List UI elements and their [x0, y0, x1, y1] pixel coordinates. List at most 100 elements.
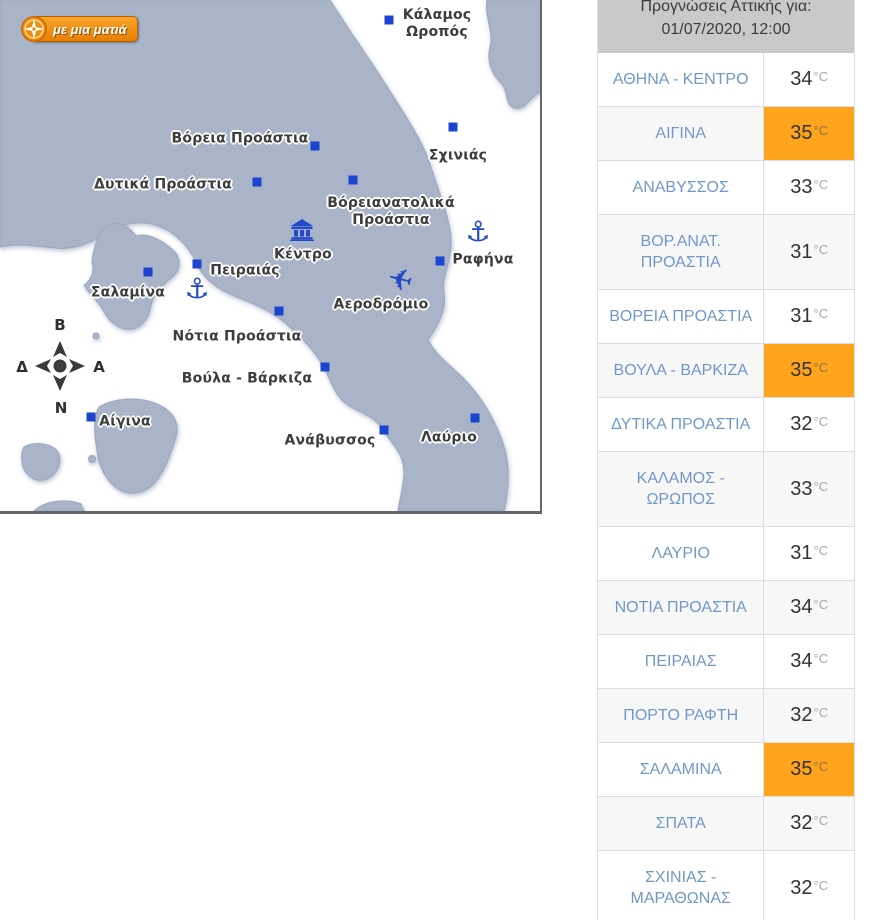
temperature-unit: °C — [813, 241, 829, 257]
temperature-unit: °C — [813, 306, 829, 321]
temperature-value: 33 — [790, 176, 813, 198]
temperature-cell: 32 °C — [763, 398, 854, 451]
temperature-value: 35 — [790, 359, 813, 381]
temperature-cell: 34 °C — [763, 53, 854, 106]
location-name: ΣΠΑΤΑ — [655, 815, 706, 832]
temperature-value: 32 — [790, 812, 813, 834]
temperature-cell: 33 °C — [763, 452, 854, 526]
location-name: ΝΟΤΙΑ ΠΡΟΑΣΤΙΑ — [614, 599, 747, 616]
temperature-unit: °C — [813, 597, 829, 612]
location-name: ΚΑΛΑΜΟΣ - ΩΡΩΠΟΣ — [636, 470, 725, 508]
map-marker-icon[interactable] — [384, 15, 394, 25]
small-islet — [88, 455, 96, 463]
temperature-value: 35 — [790, 758, 813, 780]
temperature-unit: °C — [813, 69, 829, 84]
temperature-unit: °C — [813, 543, 829, 558]
forecast-row[interactable]: ΣΑΛΑΜΙΝΑ 35 °C — [598, 743, 854, 797]
map-marker-icon[interactable] — [310, 141, 320, 151]
temperature-value: 31 — [790, 240, 813, 263]
temperature-unit: °C — [813, 414, 829, 429]
forecast-row[interactable]: ΣΠΑΤΑ 32 °C — [598, 797, 854, 851]
location-name: ΣΧΙΝΙΑΣ - ΜΑΡΑΘΩΝΑΣ — [630, 869, 731, 907]
temperature-unit: °C — [813, 478, 829, 494]
map-location-label: Κάλαμος Ωροπός — [402, 7, 472, 40]
forecast-row[interactable]: ΚΑΛΑΜΟΣ - ΩΡΩΠΟΣ 33 °C — [598, 452, 854, 527]
temperature-unit: °C — [813, 813, 829, 828]
temperature-value: 32 — [790, 413, 813, 435]
map-marker-icon[interactable] — [435, 256, 445, 266]
map-marker-icon[interactable] — [86, 412, 96, 422]
forecast-row[interactable]: ΛΑΥΡΙΟ 31 °C — [598, 527, 854, 581]
temperature-value: 31 — [790, 305, 813, 327]
map-location-label: Ραφήνα — [452, 251, 514, 268]
map-marker-icon[interactable] — [143, 267, 153, 277]
forecast-rows: ΑΘΗΝΑ - ΚΕΝΤΡΟ 34 °C ΑΙΓΙΝΑ 35 °C ΑΝΑΒΥΣ… — [598, 53, 854, 920]
location-name: ΑΝΑΒΥΣΣΟΣ — [632, 179, 729, 196]
location-name: ΠΟΡΤΟ ΡΑΦΤΗ — [623, 707, 739, 724]
map-location-label: Ανάβυσσος — [284, 432, 376, 449]
map-marker-icon[interactable] — [192, 259, 202, 269]
temperature-unit: °C — [813, 877, 829, 893]
location-name: ΒΟΡ.ΑΝΑΤ. ΠΡΟΑΣΤΙΑ — [640, 233, 721, 271]
small-islet — [92, 332, 100, 340]
compass-north-label: Β — [54, 316, 66, 334]
map-marker-icon[interactable] — [320, 362, 330, 372]
forecast-row[interactable]: ΒΟΡΕΙΑ ΠΡΟΑΣΤΙΑ 31 °C — [598, 290, 854, 344]
temperature-cell: 35 °C — [763, 107, 854, 160]
map-location-label: Βόρειανατολικά Προάστια — [327, 195, 455, 228]
location-name: ΛΑΥΡΙΟ — [651, 545, 710, 562]
temperature-unit: °C — [813, 759, 829, 774]
map-location-label: Βόρεια Προάστια — [171, 130, 309, 147]
location-name: ΑΙΓΙΝΑ — [655, 125, 707, 142]
map-location-label: Σχινιάς — [428, 147, 488, 164]
attica-map[interactable]: με μια ματιά Β Ν Α Δ Κάλαμος Ωροπός Βόρει… — [0, 0, 542, 514]
forecast-row[interactable]: ΠΕΙΡΑΙΑΣ 34 °C — [598, 635, 854, 689]
forecast-row[interactable]: ΝΟΤΙΑ ΠΡΟΑΣΤΙΑ 34 °C — [598, 581, 854, 635]
temperature-cell: 34 °C — [763, 581, 854, 634]
temperature-value: 32 — [790, 876, 813, 899]
map-location-label: Σαλαμίνα — [90, 284, 166, 301]
forecast-row[interactable]: ΣΧΙΝΙΑΣ - ΜΑΡΑΘΩΝΑΣ 32 °C — [598, 851, 854, 920]
map-marker-icon[interactable] — [448, 122, 458, 132]
forecast-header-datetime: 01/07/2020, 12:00 — [661, 21, 791, 38]
temperature-cell: 35 °C — [763, 344, 854, 397]
compass-west-label: Δ — [16, 358, 28, 376]
temperature-cell: 31 °C — [763, 527, 854, 580]
forecast-row[interactable]: ΒΟΥΛΑ - ΒΑΡΚΙΖΑ 35 °C — [598, 344, 854, 398]
temperature-cell: 31 °C — [763, 215, 854, 289]
forecast-row[interactable]: ΔΥΤΙΚΑ ΠΡΟΑΣΤΙΑ 32 °C — [598, 398, 854, 452]
map-marker-icon[interactable] — [470, 413, 480, 423]
temperature-value: 35 — [790, 122, 813, 144]
temperature-value: 34 — [790, 650, 813, 672]
map-location-label: Βούλα - Βάρκιζα — [181, 370, 313, 387]
temperature-value: 33 — [790, 477, 813, 500]
location-name: ΒΟΥΛΑ - ΒΑΡΚΙΖΑ — [613, 362, 748, 379]
forecast-row[interactable]: ΑΝΑΒΥΣΣΟΣ 33 °C — [598, 161, 854, 215]
temperature-value: 34 — [790, 68, 813, 90]
forecast-header: Προγνώσεις Αττικής για: 01/07/2020, 12:0… — [598, 0, 854, 53]
temperature-cell: 32 °C — [763, 689, 854, 742]
map-marker-icon[interactable] — [379, 425, 389, 435]
forecast-row[interactable]: ΠΟΡΤΟ ΡΑΦΤΗ 32 °C — [598, 689, 854, 743]
forecast-row[interactable]: ΒΟΡ.ΑΝΑΤ. ΠΡΟΑΣΤΙΑ 31 °C — [598, 215, 854, 290]
glance-button-label: με μια ματιά — [53, 21, 127, 37]
temple-icon — [290, 219, 314, 241]
map-location-label: Λαύριο — [420, 429, 478, 446]
glance-button[interactable]: με μια ματιά — [21, 16, 138, 42]
anchor-icon: ⚓ — [465, 215, 491, 248]
map-marker-icon[interactable] — [252, 177, 262, 187]
map-marker-icon[interactable] — [348, 175, 358, 185]
map-location-label: Πειραιάς — [210, 262, 280, 279]
temperature-unit: °C — [813, 651, 829, 666]
map-marker-icon[interactable] — [274, 306, 284, 316]
temperature-cell: 32 °C — [763, 797, 854, 850]
forecast-row[interactable]: ΑΘΗΝΑ - ΚΕΝΤΡΟ 34 °C — [598, 53, 854, 107]
temperature-cell: 34 °C — [763, 635, 854, 688]
forecast-header-title: Προγνώσεις Αττικής για: — [640, 0, 812, 15]
location-name: ΑΘΗΝΑ - ΚΕΝΤΡΟ — [612, 71, 749, 88]
location-name: ΒΟΡΕΙΑ ΠΡΟΑΣΤΙΑ — [609, 308, 753, 325]
compass-badge-icon — [21, 16, 47, 42]
forecast-row[interactable]: ΑΙΓΙΝΑ 35 °C — [598, 107, 854, 161]
temperature-cell: 31 °C — [763, 290, 854, 343]
temperature-value: 31 — [790, 542, 813, 564]
